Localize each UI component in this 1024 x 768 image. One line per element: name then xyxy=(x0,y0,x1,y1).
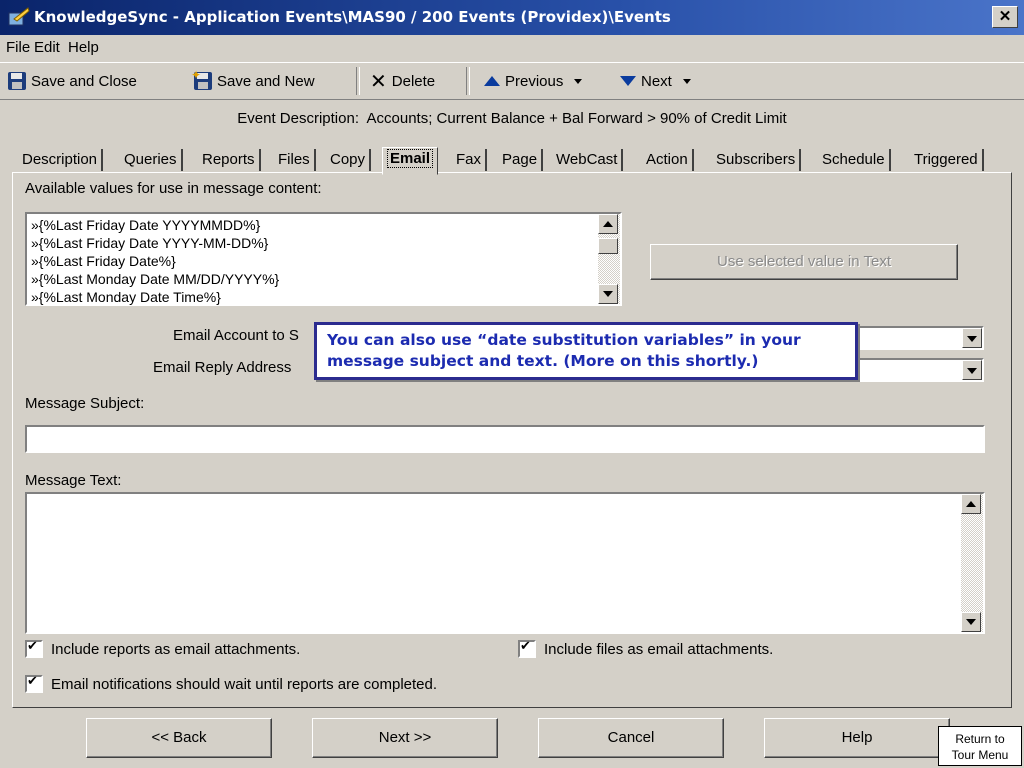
event-description-label: Event Description: xyxy=(237,110,359,127)
list-item[interactable]: »{%Last Friday Date YYYYMMDD%} xyxy=(31,216,260,234)
email-account-select[interactable] xyxy=(850,326,984,350)
previous-button[interactable]: Previous xyxy=(484,69,583,93)
text-scrollbar[interactable] xyxy=(961,494,983,632)
callout-line-1: You can also use “date substitution vari… xyxy=(327,331,801,349)
tab-subscribers[interactable]: Subscribers xyxy=(712,149,802,171)
message-text-area[interactable] xyxy=(25,492,985,634)
floppy-disk-new-icon: ✦ xyxy=(191,68,212,90)
tab-files[interactable]: Files xyxy=(274,149,316,171)
tutorial-callout: You can also use “date substitution vari… xyxy=(314,322,858,380)
app-icon xyxy=(8,7,30,27)
save-and-new-label: Save and New xyxy=(217,72,315,90)
email-account-label: Email Account to S xyxy=(173,327,299,344)
include-reports-label: Include reports as email attachments. xyxy=(51,640,301,658)
help-button[interactable]: Help xyxy=(764,718,950,758)
tab-copy[interactable]: Copy xyxy=(326,149,372,171)
next-record-label: Next xyxy=(641,72,672,90)
scroll-down-button[interactable] xyxy=(961,612,981,632)
tab-reports[interactable]: Reports xyxy=(198,149,261,171)
wait-reports-checkbox[interactable]: Email notifications should wait until re… xyxy=(25,674,438,693)
triangle-up-icon xyxy=(603,221,613,227)
tab-triggered[interactable]: Triggered xyxy=(910,149,984,171)
dropdown-button[interactable] xyxy=(962,328,982,348)
chevron-down-icon[interactable] xyxy=(574,78,583,84)
available-values-label: Available values for use in message cont… xyxy=(25,180,322,197)
checkbox-checked[interactable] xyxy=(25,674,43,693)
scroll-up-button[interactable] xyxy=(961,494,981,514)
tab-schedule[interactable]: Schedule xyxy=(818,149,891,171)
event-description: Event Description: Accounts; Current Bal… xyxy=(0,110,1024,127)
floppy-disk-icon xyxy=(8,72,26,90)
dropdown-button[interactable] xyxy=(962,360,982,380)
callout-line-2: message subject and text. (More on this … xyxy=(327,352,759,370)
delete-label: Delete xyxy=(391,72,436,90)
back-button[interactable]: << Back xyxy=(86,718,272,758)
tab-page[interactable]: Page xyxy=(498,149,544,171)
cancel-button[interactable]: Cancel xyxy=(538,718,724,758)
save-and-new-button[interactable]: ✦ Save and New xyxy=(191,68,315,93)
list-item[interactable]: »{%Last Monday Date MM/DD/YYYY%} xyxy=(31,270,279,288)
close-icon[interactable]: ✕ xyxy=(992,6,1018,28)
scroll-thumb[interactable] xyxy=(598,238,618,254)
chevron-down-icon xyxy=(967,368,977,374)
tab-webcast[interactable]: WebCast xyxy=(552,149,624,171)
save-and-close-label: Save and Close xyxy=(31,72,137,90)
delete-button[interactable]: ✕ Delete xyxy=(370,69,435,93)
email-reply-address-label: Email Reply Address xyxy=(153,359,292,376)
next-record-button[interactable]: Next xyxy=(620,69,691,93)
tab-queries[interactable]: Queries xyxy=(120,149,183,171)
arrow-up-icon xyxy=(484,76,500,86)
triangle-up-icon xyxy=(966,501,976,507)
scroll-up-button[interactable] xyxy=(598,214,618,234)
triangle-down-icon xyxy=(603,291,613,297)
chevron-down-icon xyxy=(967,336,977,342)
chevron-down-icon[interactable] xyxy=(682,78,691,84)
tour-menu-line-1: Return to xyxy=(955,732,1005,746)
message-text-label: Message Text: xyxy=(25,472,122,489)
toolbar-separator xyxy=(356,67,360,95)
save-and-close-button[interactable]: Save and Close xyxy=(8,69,137,93)
tab-email-label: Email xyxy=(387,149,434,168)
tab-fax[interactable]: Fax xyxy=(452,149,488,171)
event-description-value: Accounts; Current Balance + Bal Forward … xyxy=(366,110,787,127)
tour-menu-line-2: Tour Menu xyxy=(951,748,1009,762)
next-button[interactable]: Next >> xyxy=(312,718,498,758)
menu-help[interactable]: Help xyxy=(68,39,99,56)
menu-file[interactable]: File xyxy=(6,39,30,56)
title-bar: KnowledgeSync - Application Events\MAS90… xyxy=(0,0,1024,35)
list-item[interactable]: »{%Last Friday Date%} xyxy=(31,252,176,270)
message-subject-input[interactable] xyxy=(25,425,985,453)
tab-email[interactable]: Email xyxy=(382,147,439,175)
include-files-label: Include files as email attachments. xyxy=(544,640,774,658)
list-item[interactable]: »{%Last Friday Date YYYY-MM-DD%} xyxy=(31,234,268,252)
checkbox-checked[interactable] xyxy=(518,639,536,658)
email-reply-address-select[interactable] xyxy=(850,358,984,382)
available-values-list[interactable]: »{%Last Friday Date YYYYMMDD%} »{%Last F… xyxy=(25,212,622,306)
triangle-down-icon xyxy=(966,619,976,625)
include-reports-checkbox[interactable]: Include reports as email attachments. xyxy=(25,639,301,658)
scroll-down-button[interactable] xyxy=(598,284,618,304)
checkbox-checked[interactable] xyxy=(25,639,43,658)
wait-reports-label: Email notifications should wait until re… xyxy=(51,675,438,693)
list-item[interactable]: »{%Last Monday Date Time%} xyxy=(31,288,221,306)
delete-x-icon: ✕ xyxy=(370,69,387,93)
menu-bar: File Edit Help xyxy=(0,35,1024,61)
toolbar: Save and Close ✦ Save and New ✕ Delete P… xyxy=(0,62,1024,100)
tab-description[interactable]: Description xyxy=(18,149,104,171)
message-subject-label: Message Subject: xyxy=(25,395,145,412)
use-selected-value-button[interactable]: Use selected value in Text xyxy=(650,244,958,280)
window-title: KnowledgeSync - Application Events\MAS90… xyxy=(34,8,671,26)
menu-edit[interactable]: Edit xyxy=(34,39,60,56)
previous-label: Previous xyxy=(505,72,564,90)
arrow-down-icon xyxy=(620,76,636,86)
include-files-checkbox[interactable]: Include files as email attachments. xyxy=(518,639,774,658)
tab-action[interactable]: Action xyxy=(642,149,694,171)
return-to-tour-menu-button[interactable]: Return to Tour Menu xyxy=(938,726,1022,766)
list-scrollbar[interactable] xyxy=(598,214,620,304)
toolbar-separator xyxy=(466,67,470,95)
